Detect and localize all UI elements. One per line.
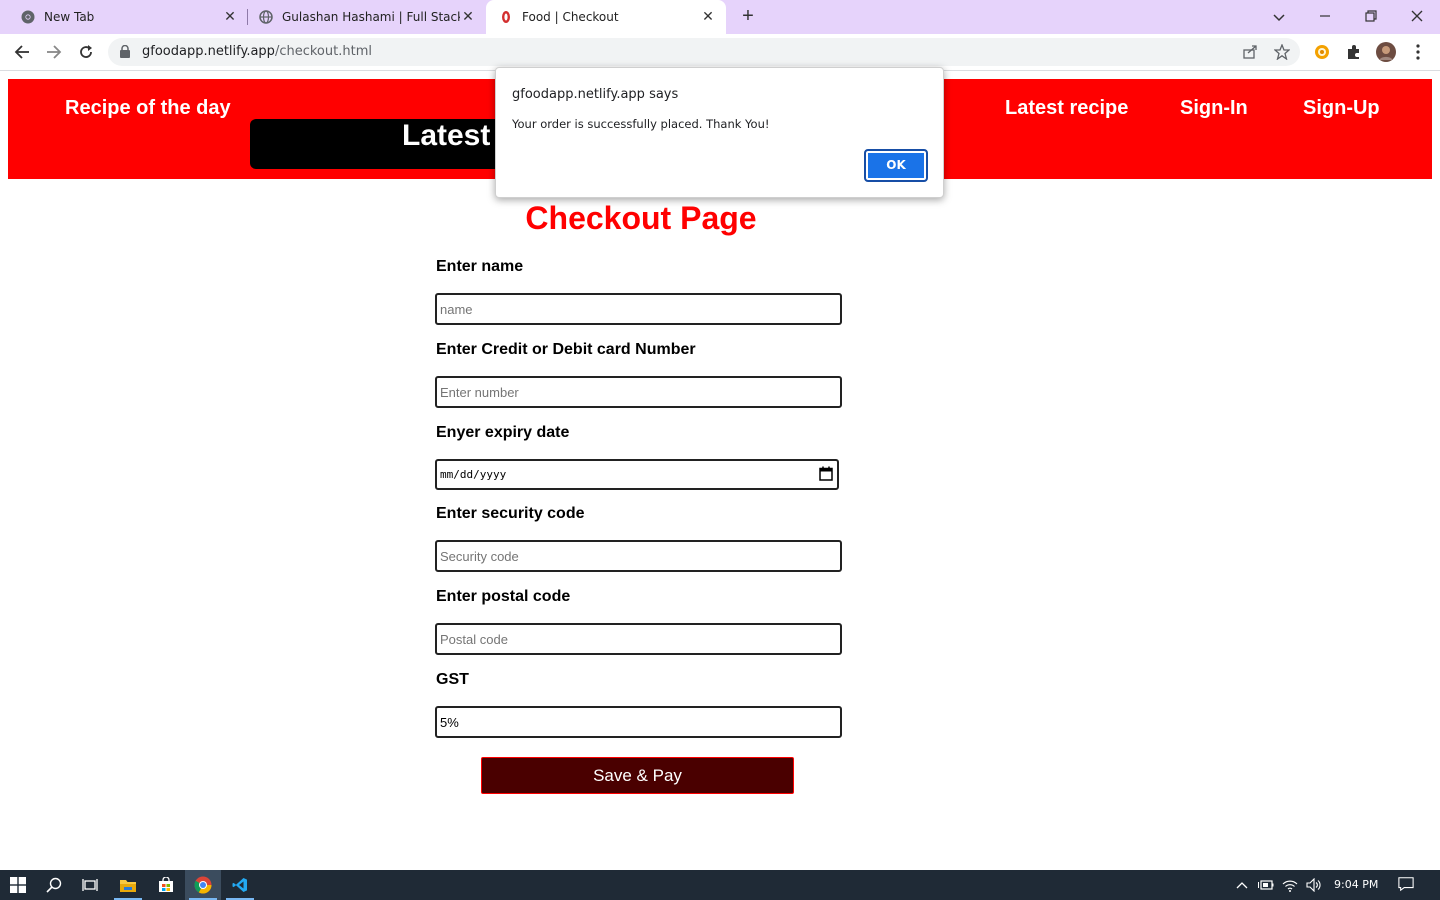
task-view-icon[interactable]: [72, 870, 108, 900]
tab-strip: New Tab ✕ Gulashan Hashami | Full Stack …: [0, 0, 1440, 34]
close-tab-icon[interactable]: ✕: [700, 9, 716, 25]
dialog-origin: gfoodapp.netlify.app says: [512, 87, 679, 102]
tab-new-tab[interactable]: New Tab ✕: [0, 0, 248, 34]
forward-icon[interactable]: [42, 40, 66, 64]
alert-dialog: gfoodapp.netlify.app says Your order is …: [495, 67, 944, 198]
postal-code-input[interactable]: [435, 623, 842, 655]
page-title: Checkout Page: [525, 200, 757, 236]
nav-sign-up[interactable]: Sign-Up: [1303, 97, 1380, 120]
share-icon[interactable]: [1242, 44, 1258, 60]
security-code-input[interactable]: [435, 540, 842, 572]
bookmark-star-icon[interactable]: [1273, 43, 1291, 61]
vscode-icon[interactable]: [222, 870, 258, 900]
minimize-button[interactable]: [1314, 6, 1336, 28]
notifications-icon[interactable]: [1398, 877, 1414, 892]
ok-button[interactable]: OK: [864, 149, 928, 182]
gst-input[interactable]: [435, 706, 842, 738]
expiry-date-label: Enyer expiry date: [436, 424, 570, 441]
tab-title: New Tab: [44, 10, 95, 24]
gst-label: GST: [436, 671, 469, 688]
tab-search-chevron-icon[interactable]: [1268, 6, 1290, 28]
wifi-icon[interactable]: [1282, 878, 1298, 892]
search-icon[interactable]: [36, 870, 72, 900]
taskbar: 9:04 PM: [0, 870, 1440, 900]
address-bar[interactable]: gfoodapp.netlify.app/checkout.html: [108, 38, 1300, 66]
nav-recipe-of-the-day[interactable]: Recipe of the day: [65, 97, 231, 120]
postal-code-label: Enter postal code: [436, 588, 571, 605]
chrome-icon: [20, 9, 36, 25]
tab-portfolio[interactable]: Gulashan Hashami | Full Stack We ✕: [248, 0, 486, 34]
url-path: /checkout.html: [274, 44, 372, 59]
windows-start-icon[interactable]: [0, 870, 36, 900]
name-label: Enter name: [436, 258, 524, 275]
volume-icon[interactable]: [1306, 878, 1322, 892]
card-number-label: Enter Credit or Debit card Number: [436, 341, 696, 358]
tab-title: Gulashan Hashami | Full Stack We: [282, 10, 460, 24]
file-explorer-icon[interactable]: [110, 870, 146, 900]
restore-button[interactable]: [1360, 6, 1382, 28]
tab-food-checkout[interactable]: Food | Checkout ✕: [486, 0, 726, 34]
close-window-button[interactable]: [1406, 6, 1428, 28]
battery-icon[interactable]: [1258, 878, 1274, 892]
lock-icon[interactable]: [120, 44, 130, 63]
chrome-menu-icon[interactable]: [1408, 42, 1428, 62]
nav-latest-recipe[interactable]: Latest recipe: [1005, 97, 1128, 120]
dialog-message: Your order is successfully placed. Thank…: [512, 117, 770, 131]
profile-avatar[interactable]: [1376, 42, 1396, 62]
reload-icon[interactable]: [74, 40, 98, 64]
show-hidden-icons-chevron-icon[interactable]: [1234, 878, 1250, 892]
close-tab-icon[interactable]: ✕: [222, 9, 238, 25]
nav-sign-in[interactable]: Sign-In: [1180, 97, 1248, 120]
expiry-date-input[interactable]: mm/dd/yyyy: [435, 459, 839, 490]
card-number-input[interactable]: [435, 376, 842, 408]
store-icon[interactable]: [148, 870, 184, 900]
tab-title: Food | Checkout: [522, 10, 619, 24]
close-tab-icon[interactable]: ✕: [460, 9, 476, 25]
extensions-puzzle-icon[interactable]: [1344, 42, 1364, 62]
chrome-taskbar-icon[interactable]: [185, 870, 221, 900]
back-icon[interactable]: [10, 40, 34, 64]
save-and-pay-button[interactable]: Save & Pay: [481, 757, 794, 794]
browser-toolbar: gfoodapp.netlify.app/checkout.html: [0, 34, 1440, 71]
name-input[interactable]: [435, 293, 842, 325]
globe-icon: [258, 9, 274, 25]
security-code-label: Enter security code: [436, 505, 585, 522]
food-favicon-icon: [498, 9, 514, 25]
new-tab-button[interactable]: +: [738, 6, 758, 27]
expiry-date-placeholder: mm/dd/yyyy: [440, 468, 507, 481]
extension-coin-icon[interactable]: [1312, 42, 1332, 62]
calendar-icon[interactable]: [819, 466, 833, 486]
url-host: gfoodapp.netlify.app: [142, 44, 275, 59]
url-text: gfoodapp.netlify.app/checkout.html: [142, 44, 372, 59]
taskbar-clock[interactable]: 9:04 PM: [1334, 878, 1378, 891]
latest-banner-text: Latest: [402, 119, 491, 152]
